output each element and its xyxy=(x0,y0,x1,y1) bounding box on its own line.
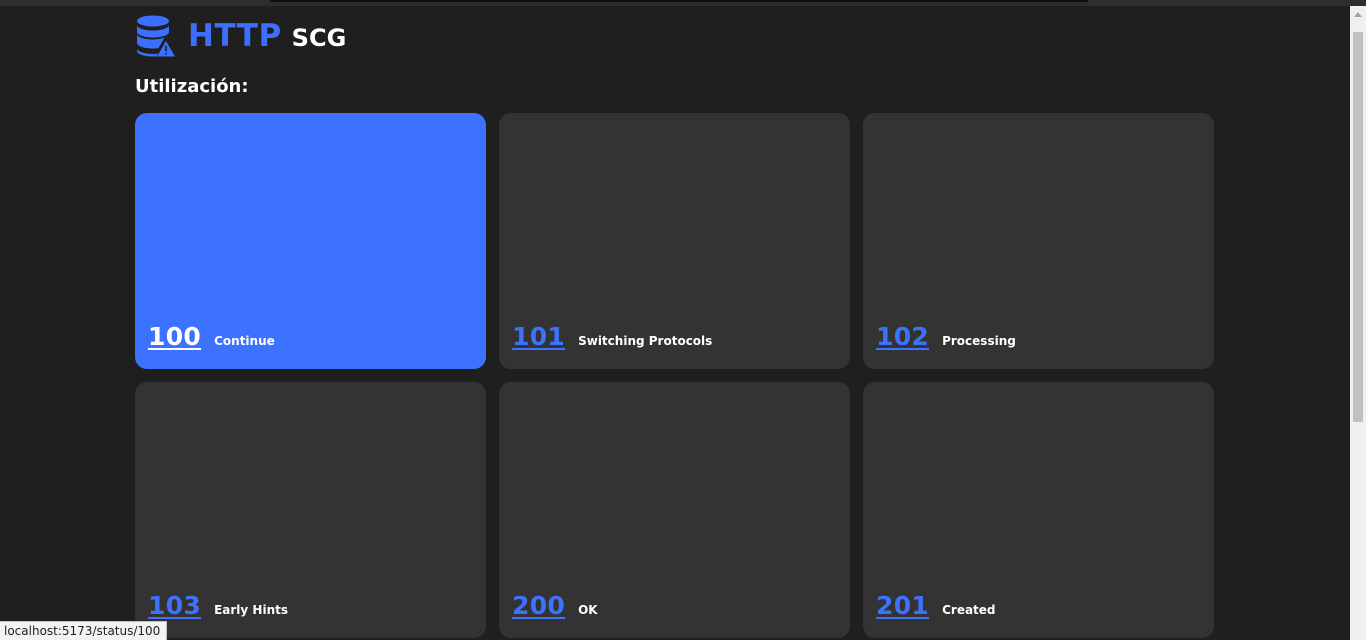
status-code-link[interactable]: 102 xyxy=(876,322,929,351)
scrollbar-thumb[interactable] xyxy=(1353,32,1363,422)
status-card[interactable]: 201 Created xyxy=(863,382,1214,638)
status-card-label: 102 Processing xyxy=(876,322,1016,351)
status-card[interactable]: 103 Early Hints xyxy=(135,382,486,638)
status-description: OK xyxy=(578,603,598,617)
status-description: Continue xyxy=(214,334,275,348)
scroll-up-arrow-icon[interactable] xyxy=(1354,12,1362,17)
status-code-link[interactable]: 200 xyxy=(512,591,565,620)
status-card[interactable]: 102 Processing xyxy=(863,113,1214,369)
status-card-label: 101 Switching Protocols xyxy=(512,322,712,351)
status-grid: 100 Continue 101 Switching Protocols 102… xyxy=(135,113,1214,638)
status-card-label: 200 OK xyxy=(512,591,598,620)
brand-title: HTTP xyxy=(188,18,282,54)
status-card[interactable]: 100 Continue xyxy=(135,113,486,369)
link-status-bar: localhost:5173/status/100 xyxy=(0,621,168,640)
site-header[interactable]: HTTP SCG xyxy=(136,14,346,58)
status-description: Created xyxy=(942,603,996,617)
section-title: Utilización: xyxy=(135,76,249,97)
database-warning-icon xyxy=(137,15,175,57)
status-code-link[interactable]: 103 xyxy=(148,591,201,620)
status-description: Early Hints xyxy=(214,603,288,617)
status-card-label: 100 Continue xyxy=(148,322,275,351)
status-code-link[interactable]: 100 xyxy=(148,322,201,351)
browser-top-strip xyxy=(0,0,1366,6)
status-card[interactable]: 200 OK xyxy=(499,382,850,638)
vertical-scrollbar[interactable] xyxy=(1350,6,1366,640)
status-description: Switching Protocols xyxy=(578,334,713,348)
status-code-link[interactable]: 201 xyxy=(876,591,929,620)
brand-subtitle: SCG xyxy=(291,24,347,52)
top-strip-inner xyxy=(270,0,1088,2)
status-code-link[interactable]: 101 xyxy=(512,322,565,351)
status-card-label: 201 Created xyxy=(876,591,996,620)
status-card-label: 103 Early Hints xyxy=(148,591,288,620)
status-card[interactable]: 101 Switching Protocols xyxy=(499,113,850,369)
status-description: Processing xyxy=(942,334,1016,348)
